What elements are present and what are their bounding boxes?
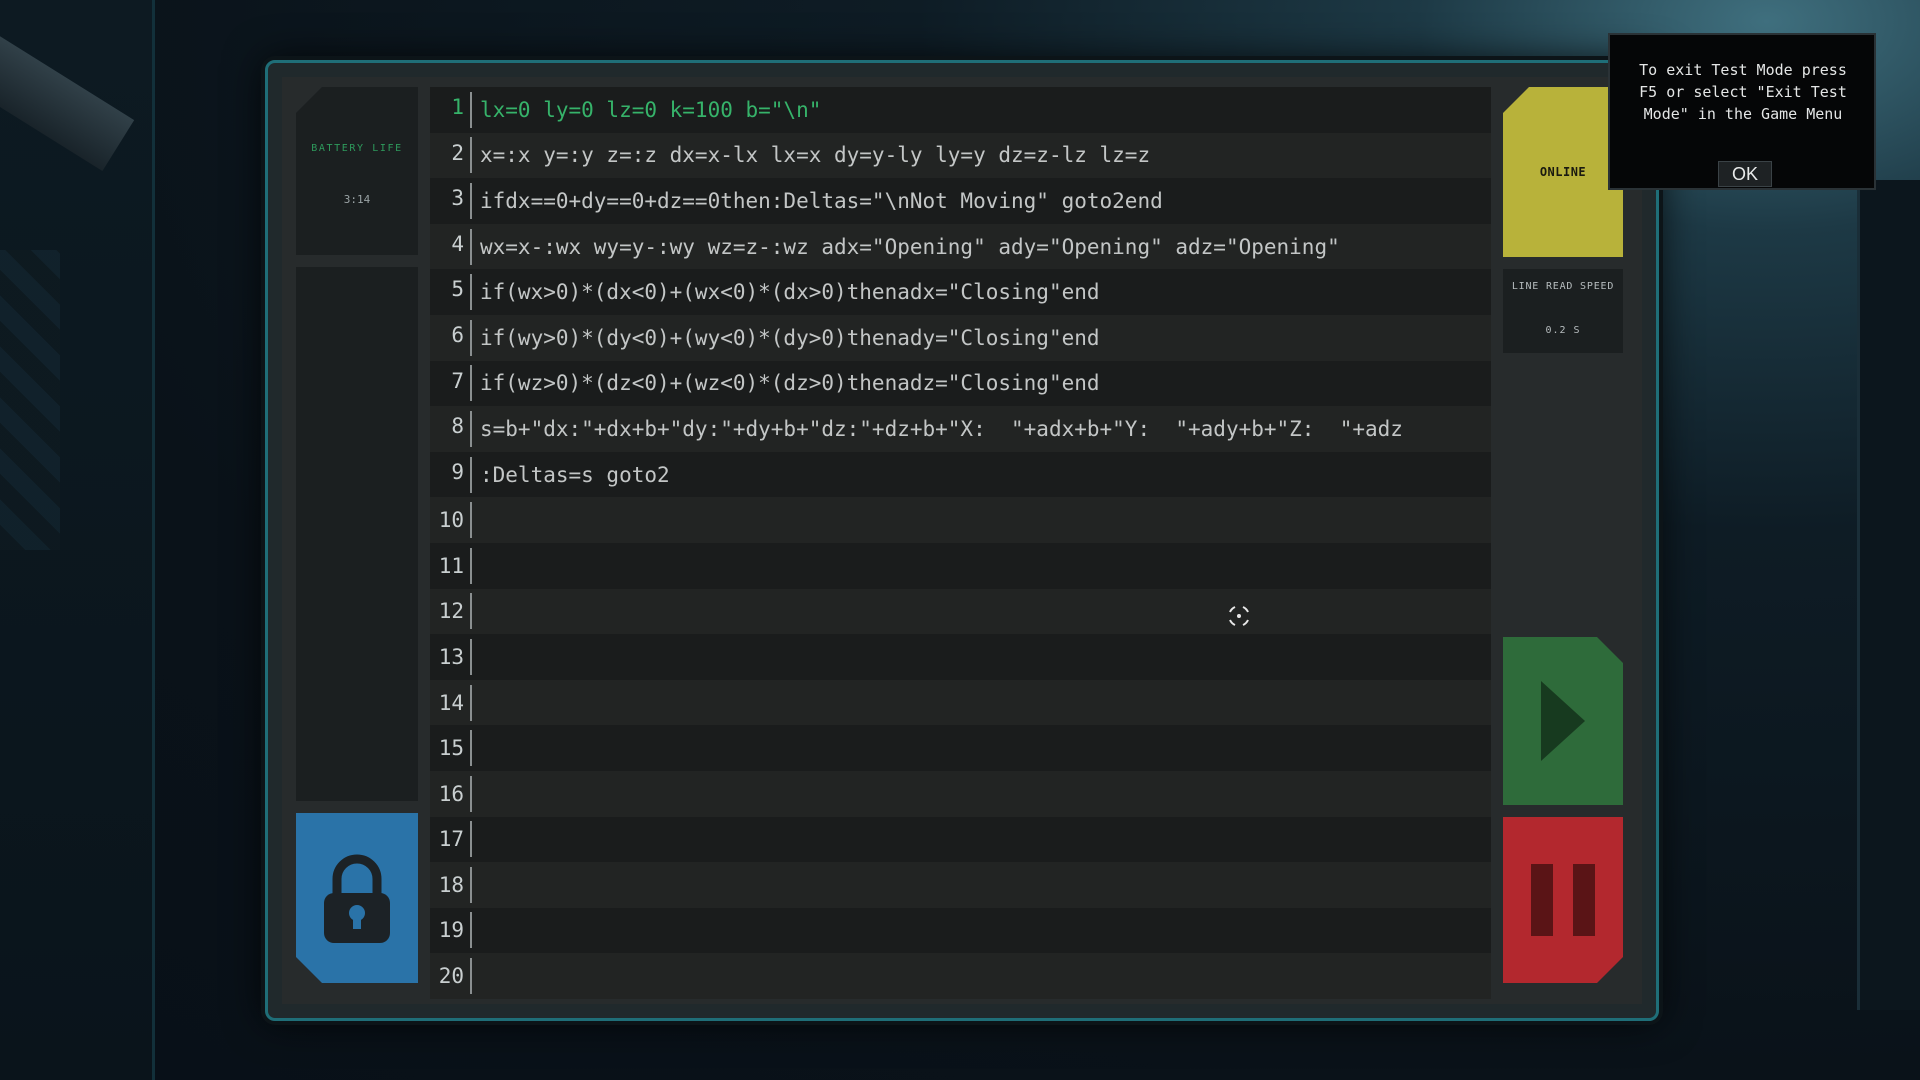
line-number: 14 bbox=[438, 690, 464, 715]
line-separator bbox=[470, 182, 472, 219]
line-number: 16 bbox=[438, 781, 464, 806]
background-scaffold bbox=[0, 250, 60, 550]
line-separator bbox=[470, 866, 472, 903]
pause-icon-bar-left bbox=[1531, 864, 1553, 936]
code-text[interactable]: :Deltas=s goto2 bbox=[480, 463, 1491, 487]
code-text[interactable]: wx=x-:wx wy=y-:wy wz=z-:wz adx="Opening"… bbox=[480, 235, 1491, 259]
line-separator bbox=[470, 410, 472, 447]
line-number: 17 bbox=[438, 827, 464, 852]
background-panel-right bbox=[1857, 180, 1920, 1010]
run-button[interactable] bbox=[1503, 637, 1623, 805]
play-icon bbox=[1539, 679, 1587, 763]
code-line[interactable]: 19 bbox=[430, 907, 1491, 954]
battery-life-display: BATTERY LIFE 3:14 bbox=[296, 87, 418, 255]
battery-life-value: 3:14 bbox=[343, 193, 371, 206]
crosshair-icon bbox=[1229, 606, 1249, 626]
code-line[interactable]: 7 if(wz>0)*(dz<0)+(wz<0)*(dz>0)thenadz="C… bbox=[430, 360, 1491, 407]
code-text[interactable]: if(wx>0)*(dx<0)+(wx<0)*(dx>0)thenadx="Cl… bbox=[480, 280, 1491, 304]
line-separator bbox=[470, 319, 472, 356]
code-line[interactable]: 8 s=b+"dx:"+dx+b+"dy:"+dy+b+"dz:"+dz+b+"X… bbox=[430, 406, 1491, 452]
line-separator bbox=[470, 821, 472, 858]
lock-button[interactable] bbox=[296, 813, 418, 983]
line-number: 7 bbox=[451, 368, 464, 393]
lock-icon bbox=[322, 851, 392, 945]
status-label: ONLINE bbox=[1539, 165, 1587, 179]
test-mode-dialog: To exit Test Mode press F5 or select "Ex… bbox=[1608, 33, 1876, 190]
code-line[interactable]: 14 bbox=[430, 679, 1491, 726]
code-line[interactable]: 10 bbox=[430, 497, 1491, 543]
left-side-panel bbox=[296, 267, 418, 801]
code-text[interactable]: x=:x y=:y z=:z dx=x-lx lx=x dy=y-ly ly=y… bbox=[480, 143, 1491, 167]
line-read-speed-value: 0.2 S bbox=[1545, 325, 1581, 336]
code-line[interactable]: 15 bbox=[430, 725, 1491, 771]
line-separator bbox=[470, 456, 472, 493]
line-number: 5 bbox=[451, 277, 464, 302]
code-text[interactable]: s=b+"dx:"+dx+b+"dy:"+dy+b+"dz:"+dz+b+"X:… bbox=[480, 417, 1491, 441]
line-separator bbox=[470, 274, 472, 311]
test-mode-message: To exit Test Mode press F5 or select "Ex… bbox=[1639, 61, 1847, 123]
line-separator bbox=[470, 775, 472, 812]
pause-button[interactable] bbox=[1503, 817, 1623, 983]
line-separator bbox=[470, 593, 472, 630]
line-number: 18 bbox=[438, 872, 464, 897]
line-number: 3 bbox=[451, 186, 464, 211]
line-number: 13 bbox=[438, 644, 464, 669]
line-separator bbox=[470, 137, 472, 174]
line-number: 12 bbox=[438, 599, 464, 624]
line-separator bbox=[470, 365, 472, 402]
code-text[interactable]: if(wy>0)*(dy<0)+(wy<0)*(dy>0)thenady="Cl… bbox=[480, 326, 1491, 350]
programmable-chip-panel: BATTERY LIFE 3:14 1 lx=0 ly=0 lz=0 k=100 … bbox=[265, 60, 1659, 1021]
line-separator bbox=[470, 638, 472, 675]
pause-icon-bar-right bbox=[1573, 864, 1595, 936]
line-separator bbox=[470, 912, 472, 949]
line-number: 10 bbox=[438, 508, 464, 533]
code-line[interactable]: 2 x=:x y=:y z=:z dx=x-lx lx=x dy=y-ly ly=… bbox=[430, 132, 1491, 179]
code-text[interactable]: if(wz>0)*(dz<0)+(wz<0)*(dz>0)thenadz="Cl… bbox=[480, 371, 1491, 395]
code-editor[interactable]: 1 lx=0 ly=0 lz=0 k=100 b="\n" 2 x=:x y=:y z… bbox=[430, 87, 1491, 999]
code-line[interactable]: 5 if(wx>0)*(dx<0)+(wx<0)*(dx>0)thenadx="C… bbox=[430, 269, 1491, 315]
line-separator bbox=[470, 684, 472, 721]
line-number: 2 bbox=[451, 140, 464, 165]
code-text[interactable]: lx=0 ly=0 lz=0 k=100 b="\n" bbox=[480, 98, 1491, 122]
code-line[interactable]: 20 bbox=[430, 953, 1491, 999]
line-number: 9 bbox=[451, 459, 464, 484]
code-line[interactable]: 13 bbox=[430, 634, 1491, 680]
line-number: 1 bbox=[451, 95, 464, 119]
code-text[interactable]: ifdx==0+dy==0+dz==0then:Deltas="\nNot Mo… bbox=[480, 189, 1491, 213]
line-number: 8 bbox=[451, 414, 464, 439]
code-line[interactable]: 12 bbox=[430, 588, 1491, 635]
line-read-speed-label: LINE READ SPEED bbox=[1511, 281, 1615, 292]
battery-life-label: BATTERY LIFE bbox=[311, 143, 403, 154]
line-read-speed-display[interactable]: LINE READ SPEED 0.2 S bbox=[1503, 269, 1623, 353]
line-separator bbox=[470, 502, 472, 539]
line-number: 19 bbox=[438, 918, 464, 943]
code-line[interactable]: 6 if(wy>0)*(dy<0)+(wy<0)*(dy>0)thenady="C… bbox=[430, 314, 1491, 361]
code-line[interactable]: 3 ifdx==0+dy==0+dz==0then:Deltas="\nNot M… bbox=[430, 178, 1491, 224]
line-number: 11 bbox=[438, 553, 464, 578]
code-line[interactable]: 1 lx=0 ly=0 lz=0 k=100 b="\n" bbox=[430, 87, 1491, 133]
line-separator bbox=[470, 958, 472, 995]
line-separator bbox=[470, 547, 472, 584]
line-number: 15 bbox=[438, 736, 464, 761]
code-line[interactable]: 16 bbox=[430, 770, 1491, 817]
line-separator bbox=[470, 730, 472, 767]
line-number: 20 bbox=[438, 964, 464, 989]
panel-inner: BATTERY LIFE 3:14 1 lx=0 ly=0 lz=0 k=100 … bbox=[282, 77, 1642, 1004]
status-indicator: ONLINE bbox=[1503, 87, 1623, 257]
code-line[interactable]: 18 bbox=[430, 862, 1491, 908]
code-line[interactable]: 4 wx=x-:wx wy=y-:wy wz=z-:wz adx="Opening… bbox=[430, 223, 1491, 270]
line-number: 6 bbox=[451, 322, 464, 347]
ok-button[interactable]: OK bbox=[1718, 161, 1772, 187]
code-line[interactable]: 9 :Deltas=s goto2 bbox=[430, 451, 1491, 498]
line-separator bbox=[470, 91, 472, 128]
line-number: 4 bbox=[451, 231, 464, 256]
code-line[interactable]: 11 bbox=[430, 542, 1491, 589]
code-line[interactable]: 17 bbox=[430, 816, 1491, 863]
line-separator bbox=[470, 228, 472, 265]
